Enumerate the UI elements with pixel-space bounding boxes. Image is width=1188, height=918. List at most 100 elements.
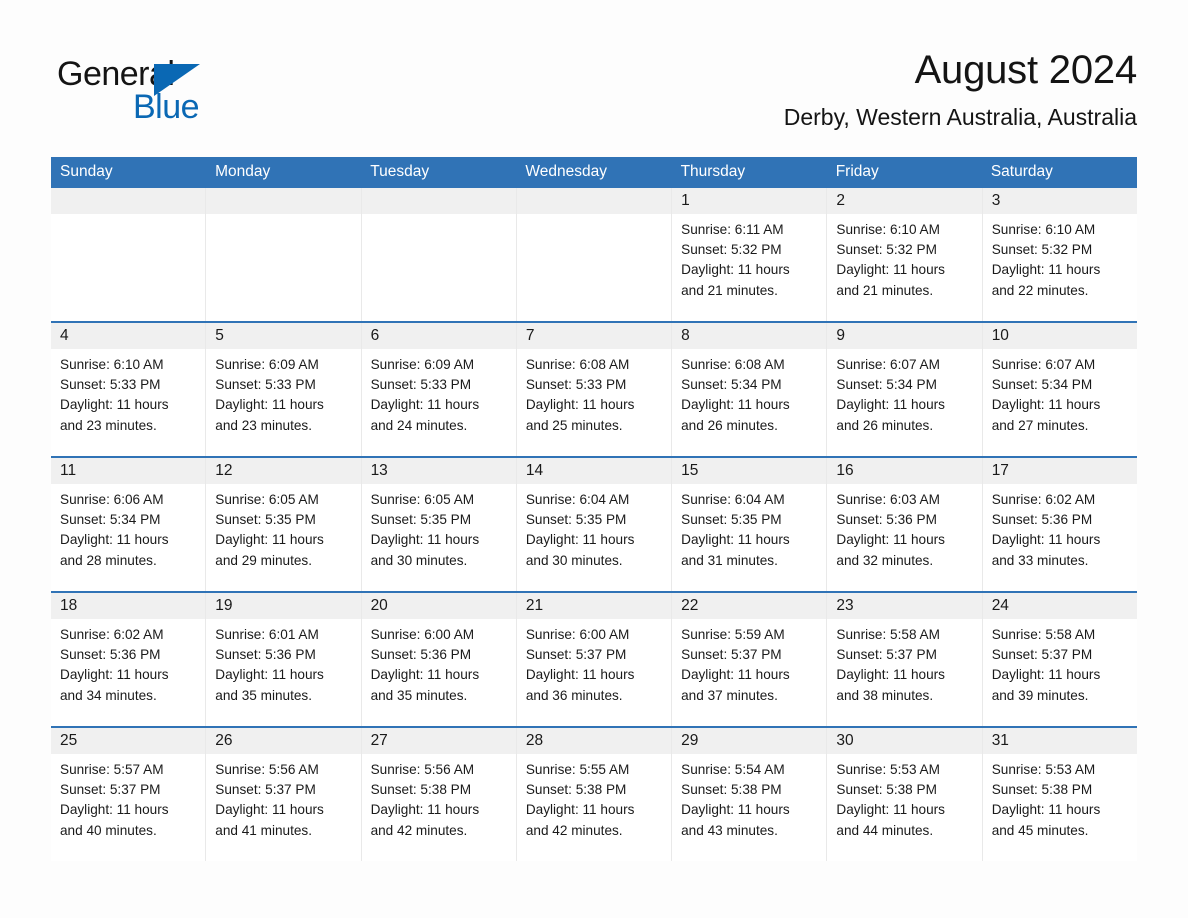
day-details: Sunrise: 6:03 AM Sunset: 5:36 PM Dayligh… <box>827 484 981 571</box>
sunset-text: Sunset: 5:37 PM <box>681 647 782 663</box>
day-cell[interactable]: 13 Sunrise: 6:05 AM Sunset: 5:35 PM Dayl… <box>361 458 517 591</box>
day-number: 30 <box>827 728 982 754</box>
day-details: Sunrise: 6:10 AM Sunset: 5:32 PM Dayligh… <box>983 214 1137 301</box>
weekday-header-wednesday: Wednesday <box>525 163 607 180</box>
day-cell[interactable]: 5 Sunrise: 6:09 AM Sunset: 5:33 PM Dayli… <box>206 323 362 456</box>
day-cell[interactable]: 14 Sunrise: 6:04 AM Sunset: 5:35 PM Dayl… <box>516 458 673 591</box>
day-cell[interactable]: 28 Sunrise: 5:55 AM Sunset: 5:38 PM Dayl… <box>516 728 673 861</box>
day-cell[interactable]: 10 Sunrise: 6:07 AM Sunset: 5:34 PM Dayl… <box>982 323 1137 456</box>
day-cell[interactable]: 3 Sunrise: 6:10 AM Sunset: 5:32 PM Dayli… <box>982 188 1137 321</box>
day-number: 23 <box>827 593 982 619</box>
day-cell[interactable]: 15 Sunrise: 6:04 AM Sunset: 5:35 PM Dayl… <box>672 458 828 591</box>
sunrise-text: Sunrise: 5:58 AM <box>991 627 1096 642</box>
day-cell[interactable]: 21 Sunrise: 6:00 AM Sunset: 5:37 PM Dayl… <box>516 593 673 726</box>
sunrise-text: Sunrise: 6:09 AM <box>370 357 475 372</box>
day-number <box>516 188 672 214</box>
sunrise-text: Sunrise: 5:55 AM <box>525 762 630 777</box>
day-number: 7 <box>516 323 672 349</box>
week-row: 18 Sunrise: 6:02 AM Sunset: 5:36 PM Dayl… <box>51 591 1137 726</box>
sunrise-text: Sunrise: 6:08 AM <box>681 357 785 372</box>
sunrise-text: Sunrise: 5:56 AM <box>370 762 475 777</box>
day-cell[interactable]: 18 Sunrise: 6:02 AM Sunset: 5:36 PM Dayl… <box>51 593 207 726</box>
day-cell[interactable]: 17 Sunrise: 6:02 AM Sunset: 5:36 PM Dayl… <box>982 458 1137 591</box>
sunset-text: Sunset: 5:32 PM <box>681 242 782 258</box>
day-cell[interactable]: 16 Sunrise: 6:03 AM Sunset: 5:36 PM Dayl… <box>827 458 983 591</box>
day-number: 29 <box>672 728 827 754</box>
day-cell[interactable]: 11 Sunrise: 6:06 AM Sunset: 5:34 PM Dayl… <box>51 458 207 591</box>
daylight-text-line1: Daylight: 11 hours <box>370 667 480 683</box>
day-details: Sunrise: 6:04 AM Sunset: 5:35 PM Dayligh… <box>672 484 826 571</box>
daylight-text-line2: and 35 minutes. <box>370 687 468 703</box>
sunrise-text: Sunrise: 5:54 AM <box>681 762 785 777</box>
daylight-text-line1: Daylight: 11 hours <box>991 262 1101 278</box>
day-cell[interactable]: 30 Sunrise: 5:53 AM Sunset: 5:38 PM Dayl… <box>827 728 983 861</box>
day-details: Sunrise: 5:56 AM Sunset: 5:37 PM Dayligh… <box>206 754 360 841</box>
day-number: 5 <box>206 323 361 349</box>
daylight-text-line1: Daylight: 11 hours <box>681 397 790 413</box>
sunrise-text: Sunrise: 6:07 AM <box>991 357 1096 372</box>
day-details: Sunrise: 5:53 AM Sunset: 5:38 PM Dayligh… <box>983 754 1137 841</box>
sunrise-text: Sunrise: 6:04 AM <box>681 492 785 507</box>
daylight-text-line2: and 45 minutes. <box>991 822 1089 838</box>
day-details: Sunrise: 6:11 AM Sunset: 5:32 PM Dayligh… <box>672 214 826 301</box>
daylight-text-line2: and 21 minutes. <box>681 282 778 298</box>
day-details: Sunrise: 6:00 AM Sunset: 5:36 PM Dayligh… <box>362 619 516 706</box>
daylight-text-line1: Daylight: 11 hours <box>991 397 1101 413</box>
day-number: 18 <box>51 593 206 619</box>
generalblue-logo[interactable]: General Blue <box>57 54 257 130</box>
day-cell[interactable]: 31 Sunrise: 5:53 AM Sunset: 5:38 PM Dayl… <box>982 728 1137 861</box>
day-cell[interactable]: 19 Sunrise: 6:01 AM Sunset: 5:36 PM Dayl… <box>206 593 362 726</box>
sunrise-text: Sunrise: 5:53 AM <box>836 762 940 777</box>
day-details: Sunrise: 5:54 AM Sunset: 5:38 PM Dayligh… <box>672 754 826 841</box>
sunrise-text: Sunrise: 6:06 AM <box>60 492 164 507</box>
daylight-text-line1: Daylight: 11 hours <box>525 802 635 818</box>
day-cell[interactable]: 26 Sunrise: 5:56 AM Sunset: 5:37 PM Dayl… <box>206 728 362 861</box>
day-details: Sunrise: 6:09 AM Sunset: 5:33 PM Dayligh… <box>362 349 516 436</box>
sunrise-text: Sunrise: 6:04 AM <box>525 492 630 507</box>
daylight-text-line1: Daylight: 11 hours <box>681 262 790 278</box>
daylight-text-line1: Daylight: 11 hours <box>991 532 1101 548</box>
day-details <box>51 214 205 220</box>
day-cell[interactable]: 1 Sunrise: 6:11 AM Sunset: 5:32 PM Dayli… <box>672 188 828 321</box>
day-cell <box>206 188 362 321</box>
sunset-text: Sunset: 5:35 PM <box>525 512 627 528</box>
sunrise-text: Sunrise: 6:11 AM <box>681 222 784 237</box>
day-number: 12 <box>206 458 361 484</box>
day-cell[interactable]: 12 Sunrise: 6:05 AM Sunset: 5:35 PM Dayl… <box>206 458 362 591</box>
day-cell[interactable]: 22 Sunrise: 5:59 AM Sunset: 5:37 PM Dayl… <box>672 593 828 726</box>
day-cell[interactable]: 4 Sunrise: 6:10 AM Sunset: 5:33 PM Dayli… <box>51 323 207 456</box>
weekday-header-thursday: Thursday <box>680 163 746 180</box>
daylight-text-line1: Daylight: 11 hours <box>681 532 790 548</box>
week-row: 25 Sunrise: 5:57 AM Sunset: 5:37 PM Dayl… <box>51 726 1137 861</box>
weekday-header-saturday: Saturday <box>990 163 1053 180</box>
day-details: Sunrise: 5:58 AM Sunset: 5:37 PM Dayligh… <box>983 619 1137 706</box>
daylight-text-line2: and 44 minutes. <box>836 822 934 838</box>
day-details: Sunrise: 6:01 AM Sunset: 5:36 PM Dayligh… <box>206 619 360 706</box>
sunset-text: Sunset: 5:33 PM <box>215 377 316 393</box>
day-details: Sunrise: 6:00 AM Sunset: 5:37 PM Dayligh… <box>517 619 671 706</box>
day-cell[interactable]: 25 Sunrise: 5:57 AM Sunset: 5:37 PM Dayl… <box>51 728 207 861</box>
sunrise-text: Sunrise: 6:02 AM <box>991 492 1096 507</box>
day-cell[interactable]: 20 Sunrise: 6:00 AM Sunset: 5:36 PM Dayl… <box>361 593 517 726</box>
day-number: 17 <box>982 458 1137 484</box>
sunset-text: Sunset: 5:37 PM <box>215 782 316 798</box>
daylight-text-line2: and 33 minutes. <box>991 552 1089 568</box>
day-number: 26 <box>206 728 361 754</box>
daylight-text-line2: and 28 minutes. <box>60 552 157 568</box>
day-cell[interactable]: 2 Sunrise: 6:10 AM Sunset: 5:32 PM Dayli… <box>827 188 983 321</box>
day-number: 25 <box>51 728 206 754</box>
sunset-text: Sunset: 5:37 PM <box>836 647 937 663</box>
day-cell[interactable]: 27 Sunrise: 5:56 AM Sunset: 5:38 PM Dayl… <box>361 728 517 861</box>
day-number <box>361 188 516 214</box>
day-cell[interactable]: 9 Sunrise: 6:07 AM Sunset: 5:34 PM Dayli… <box>827 323 983 456</box>
day-cell[interactable]: 23 Sunrise: 5:58 AM Sunset: 5:37 PM Dayl… <box>827 593 983 726</box>
daylight-text-line2: and 23 minutes. <box>215 417 313 433</box>
day-cell[interactable]: 29 Sunrise: 5:54 AM Sunset: 5:38 PM Dayl… <box>672 728 828 861</box>
sunrise-text: Sunrise: 5:59 AM <box>681 627 785 642</box>
page-header: General Blue August 2024 Derby, Western … <box>51 44 1137 146</box>
day-cell[interactable]: 8 Sunrise: 6:08 AM Sunset: 5:34 PM Dayli… <box>672 323 828 456</box>
day-cell[interactable]: 24 Sunrise: 5:58 AM Sunset: 5:37 PM Dayl… <box>982 593 1137 726</box>
logo-text-blue: Blue <box>133 88 200 126</box>
day-cell[interactable]: 7 Sunrise: 6:08 AM Sunset: 5:33 PM Dayli… <box>516 323 673 456</box>
day-cell[interactable]: 6 Sunrise: 6:09 AM Sunset: 5:33 PM Dayli… <box>361 323 517 456</box>
